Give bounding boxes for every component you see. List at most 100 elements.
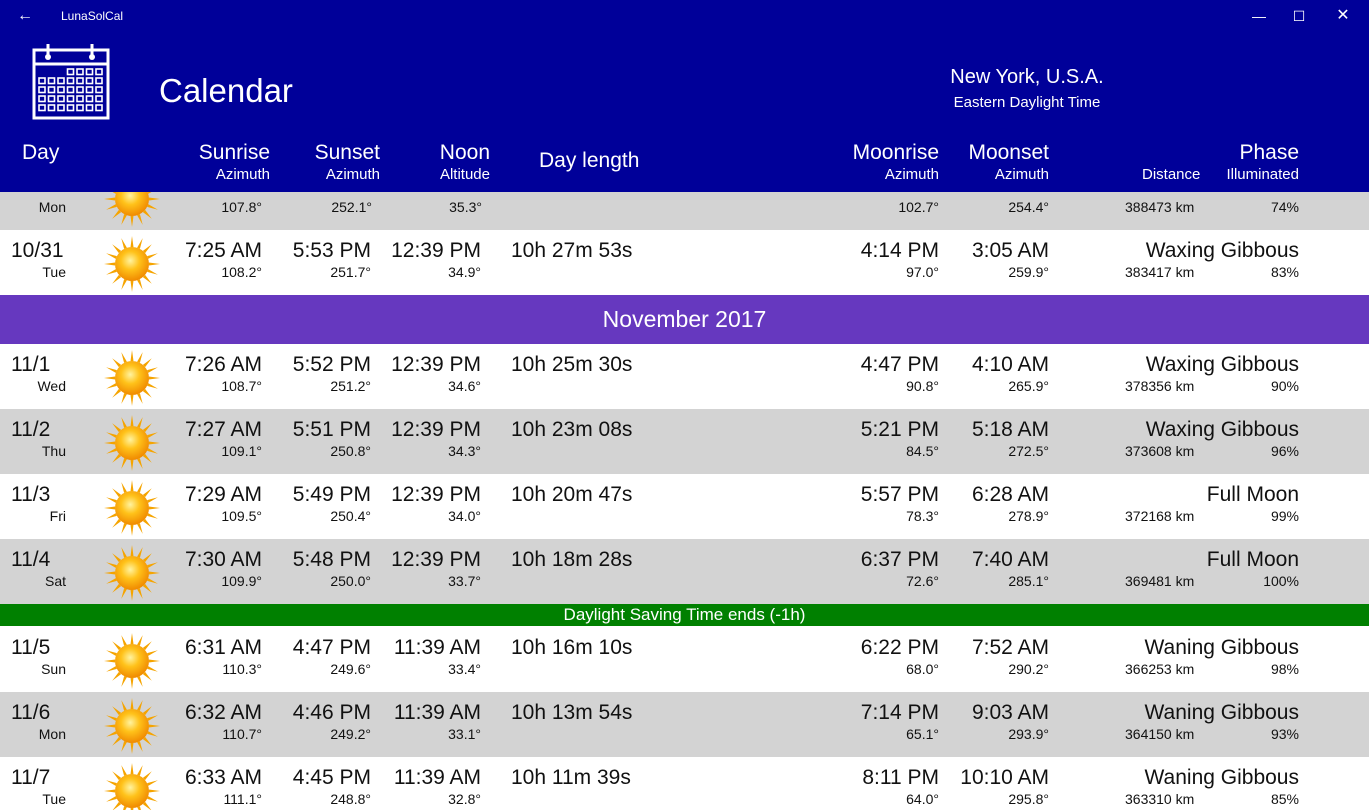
col-phase: Phase — [1239, 141, 1299, 164]
sun-icon — [103, 697, 161, 755]
table-row[interactable]: 11/5 Sun 6:31 AM 110.3° 4:47 PM 249.6° 1… — [0, 627, 1369, 692]
moonrise-time: 8:11 PM — [862, 766, 939, 789]
sun-icon — [103, 632, 161, 690]
sun-icon — [103, 544, 161, 602]
moon-phase: Waxing Gibbous — [1145, 239, 1299, 262]
day-length: 10h 25m 30s — [511, 353, 633, 376]
sunset-azimuth: 252.1° — [331, 199, 372, 215]
moonrise-time: 5:57 PM — [860, 483, 939, 506]
moonrise-time: 7:14 PM — [860, 701, 939, 724]
table-row[interactable]: 11/7 Tue 6:33 AM 111.1° 4:45 PM 248.8° 1… — [0, 757, 1369, 810]
weekday: Wed — [37, 378, 66, 394]
sun-icon — [103, 349, 161, 407]
moonrise-azimuth: 84.5° — [906, 443, 939, 459]
day-length: 10h 13m 54s — [511, 701, 633, 724]
moon-distance: 373608 km — [1125, 443, 1195, 459]
moonrise-azimuth: 72.6° — [906, 573, 939, 589]
weekday: Mon — [38, 726, 66, 742]
col-noon: Noon — [439, 141, 490, 164]
illuminated: 100% — [1263, 573, 1299, 589]
weekday: Fri — [49, 508, 66, 524]
table-row[interactable]: 11/4 Sat 7:30 AM 109.9° 5:48 PM 250.0° 1… — [0, 539, 1369, 604]
col-moonset-sub: Azimuth — [994, 166, 1049, 183]
moonset-azimuth: 293.9° — [1008, 726, 1049, 742]
col-day: Day — [22, 141, 60, 164]
col-sunrise-sub: Azimuth — [215, 166, 270, 183]
table-row[interactable]: 11/2 Thu 7:27 AM 109.1° 5:51 PM 250.8° 1… — [0, 409, 1369, 474]
moon-distance: 366253 km — [1125, 661, 1195, 677]
location-name[interactable]: New York, U.S.A. — [900, 66, 1154, 89]
moonset-azimuth: 254.4° — [1008, 199, 1049, 215]
date: 11/4 — [11, 548, 51, 571]
sun-icon — [103, 192, 161, 228]
table-row[interactable]: 11/1 Wed 7:26 AM 108.7° 5:52 PM 251.2° 1… — [0, 344, 1369, 409]
moonrise-time: 6:22 PM — [860, 636, 939, 659]
table-row[interactable]: 11/3 Fri 7:29 AM 109.5° 5:49 PM 250.4° 1… — [0, 474, 1369, 539]
moonset-azimuth: 278.9° — [1008, 508, 1049, 524]
sunrise-time: 6:33 AM — [184, 766, 262, 789]
col-moonrise-sub: Azimuth — [884, 166, 939, 183]
sunset-time: 4:45 PM — [292, 766, 371, 789]
table-row[interactable]: 10/31 Tue 7:25 AM 108.2° 5:53 PM 251.7° … — [0, 230, 1369, 295]
moonrise-azimuth: 90.8° — [906, 378, 939, 394]
sunrise-time: 7:30 AM — [184, 548, 262, 571]
col-phase-sub: Illuminated — [1226, 166, 1299, 183]
maximize-icon: ☐ — [1292, 8, 1306, 24]
noon-altitude: 34.3° — [448, 443, 481, 459]
moon-distance: 378356 km — [1125, 378, 1195, 394]
moon-phase: Waning Gibbous — [1144, 766, 1299, 789]
illuminated: 85% — [1270, 791, 1299, 807]
sunset-time: 5:52 PM — [292, 353, 371, 376]
noon-altitude: 35.3° — [449, 199, 482, 215]
month-banner: November 2017 — [0, 295, 1369, 344]
day-length: 10h 11m 39s — [511, 766, 631, 789]
col-sunset: Sunset — [314, 141, 380, 164]
moon-phase: Full Moon — [1206, 548, 1299, 571]
sun-icon — [103, 235, 161, 293]
moonset-azimuth: 295.8° — [1008, 791, 1049, 807]
noon-altitude: 34.0° — [448, 508, 481, 524]
moonset-time: 3:05 AM — [971, 239, 1049, 262]
sunrise-azimuth: 109.5° — [221, 508, 262, 524]
calendar-icon — [32, 44, 110, 120]
noon-altitude: 33.7° — [448, 573, 481, 589]
noon-time: 12:39 PM — [391, 239, 481, 262]
sunrise-azimuth: 108.2° — [221, 264, 262, 280]
moonset-time: 6:28 AM — [971, 483, 1049, 506]
timezone-label: Eastern Daylight Time — [953, 94, 1101, 111]
moonrise-azimuth: 78.3° — [906, 508, 939, 524]
noon-altitude: 34.9° — [448, 264, 481, 280]
dst-banner: Daylight Saving Time ends (-1h) — [0, 604, 1369, 626]
moonset-time: 10:10 AM — [960, 766, 1049, 789]
moonrise-time: 4:14 PM — [860, 239, 939, 262]
close-button[interactable]: ✕ — [1320, 0, 1366, 32]
sun-icon — [103, 479, 161, 537]
back-button[interactable]: ← — [12, 5, 38, 27]
moonrise-azimuth: 102.7° — [898, 199, 939, 215]
weekday: Tue — [42, 264, 66, 280]
noon-altitude: 32.8° — [448, 791, 481, 807]
sunset-time: 4:47 PM — [292, 636, 371, 659]
sunrise-azimuth: 109.1° — [221, 443, 262, 459]
moonrise-time: 6:37 PM — [860, 548, 939, 571]
sunrise-time: 7:27 AM — [184, 418, 262, 441]
calendar-table[interactable]: Mon 107.8° 252.1° 35.3° 102.7° 254.4° 38… — [0, 192, 1369, 810]
sunrise-time: 6:32 AM — [184, 701, 262, 724]
moonset-time: 9:03 AM — [971, 701, 1049, 724]
maximize-button[interactable]: ☐ — [1276, 0, 1322, 32]
moonset-time: 5:18 AM — [971, 418, 1049, 441]
sunrise-azimuth: 109.9° — [221, 573, 262, 589]
noon-altitude: 33.1° — [448, 726, 481, 742]
date: 11/5 — [11, 636, 51, 659]
moon-distance: 364150 km — [1125, 726, 1195, 742]
day-length: 10h 18m 28s — [511, 548, 633, 571]
sunrise-time: 7:25 AM — [184, 239, 262, 262]
weekday: Sun — [41, 661, 66, 677]
day-length: 10h 20m 47s — [511, 483, 633, 506]
table-row: Mon 107.8° 252.1° 35.3° 102.7° 254.4° 38… — [0, 192, 1369, 230]
moon-distance: 372168 km — [1125, 508, 1195, 524]
moonset-azimuth: 265.9° — [1008, 378, 1049, 394]
moon-distance: 369481 km — [1125, 573, 1195, 589]
table-row[interactable]: 11/6 Mon 6:32 AM 110.7° 4:46 PM 249.2° 1… — [0, 692, 1369, 757]
weekday: Mon — [38, 199, 66, 215]
